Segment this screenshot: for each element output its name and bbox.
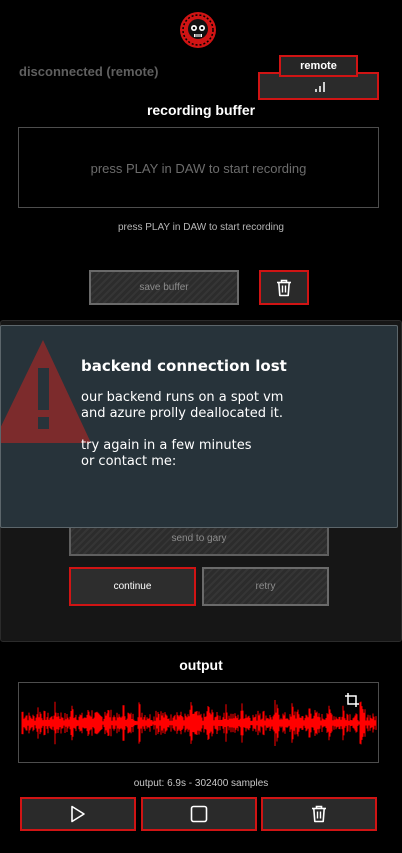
connection-status: disconnected (remote) [19, 64, 159, 79]
waveform-graphic [21, 700, 377, 746]
error-message-line: or contact me: [81, 454, 177, 469]
output-info: output: 6.9s - 302400 samples [133, 778, 269, 789]
delete-buffer-button[interactable] [259, 270, 309, 305]
stop-button[interactable] [141, 797, 257, 831]
skull-logo-icon [179, 11, 217, 49]
stop-icon [190, 805, 208, 823]
crop-icon[interactable] [345, 693, 359, 707]
error-toast: backend connection lost our backend runs… [0, 325, 398, 528]
trash-icon [277, 279, 291, 297]
recording-placeholder: press PLAY in DAW to start recording [90, 161, 307, 176]
output-title: output [179, 657, 223, 673]
error-message-line: our backend runs on a spot vm [81, 390, 284, 405]
trash-icon [312, 805, 326, 823]
output-waveform[interactable] [18, 682, 379, 763]
save-buffer-button[interactable]: save buffer [89, 270, 239, 305]
error-message-line: and azure prolly deallocated it. [81, 406, 283, 421]
recording-buffer-title: recording buffer [146, 102, 256, 118]
signal-bars-icon [315, 82, 327, 92]
delete-output-button[interactable] [261, 797, 377, 831]
error-message-line: try again in a few minutes [81, 438, 252, 453]
error-title: backend connection lost [81, 357, 287, 375]
waveform-path [21, 700, 377, 746]
remote-mode-button[interactable]: remote [279, 55, 358, 77]
play-icon [71, 805, 85, 823]
recording-buffer-display: press PLAY in DAW to start recording [18, 127, 379, 208]
continue-button[interactable]: continue [69, 567, 196, 606]
retry-button[interactable]: retry [202, 567, 329, 606]
recording-hint: press PLAY in DAW to start recording [118, 222, 284, 233]
play-button[interactable] [20, 797, 136, 831]
